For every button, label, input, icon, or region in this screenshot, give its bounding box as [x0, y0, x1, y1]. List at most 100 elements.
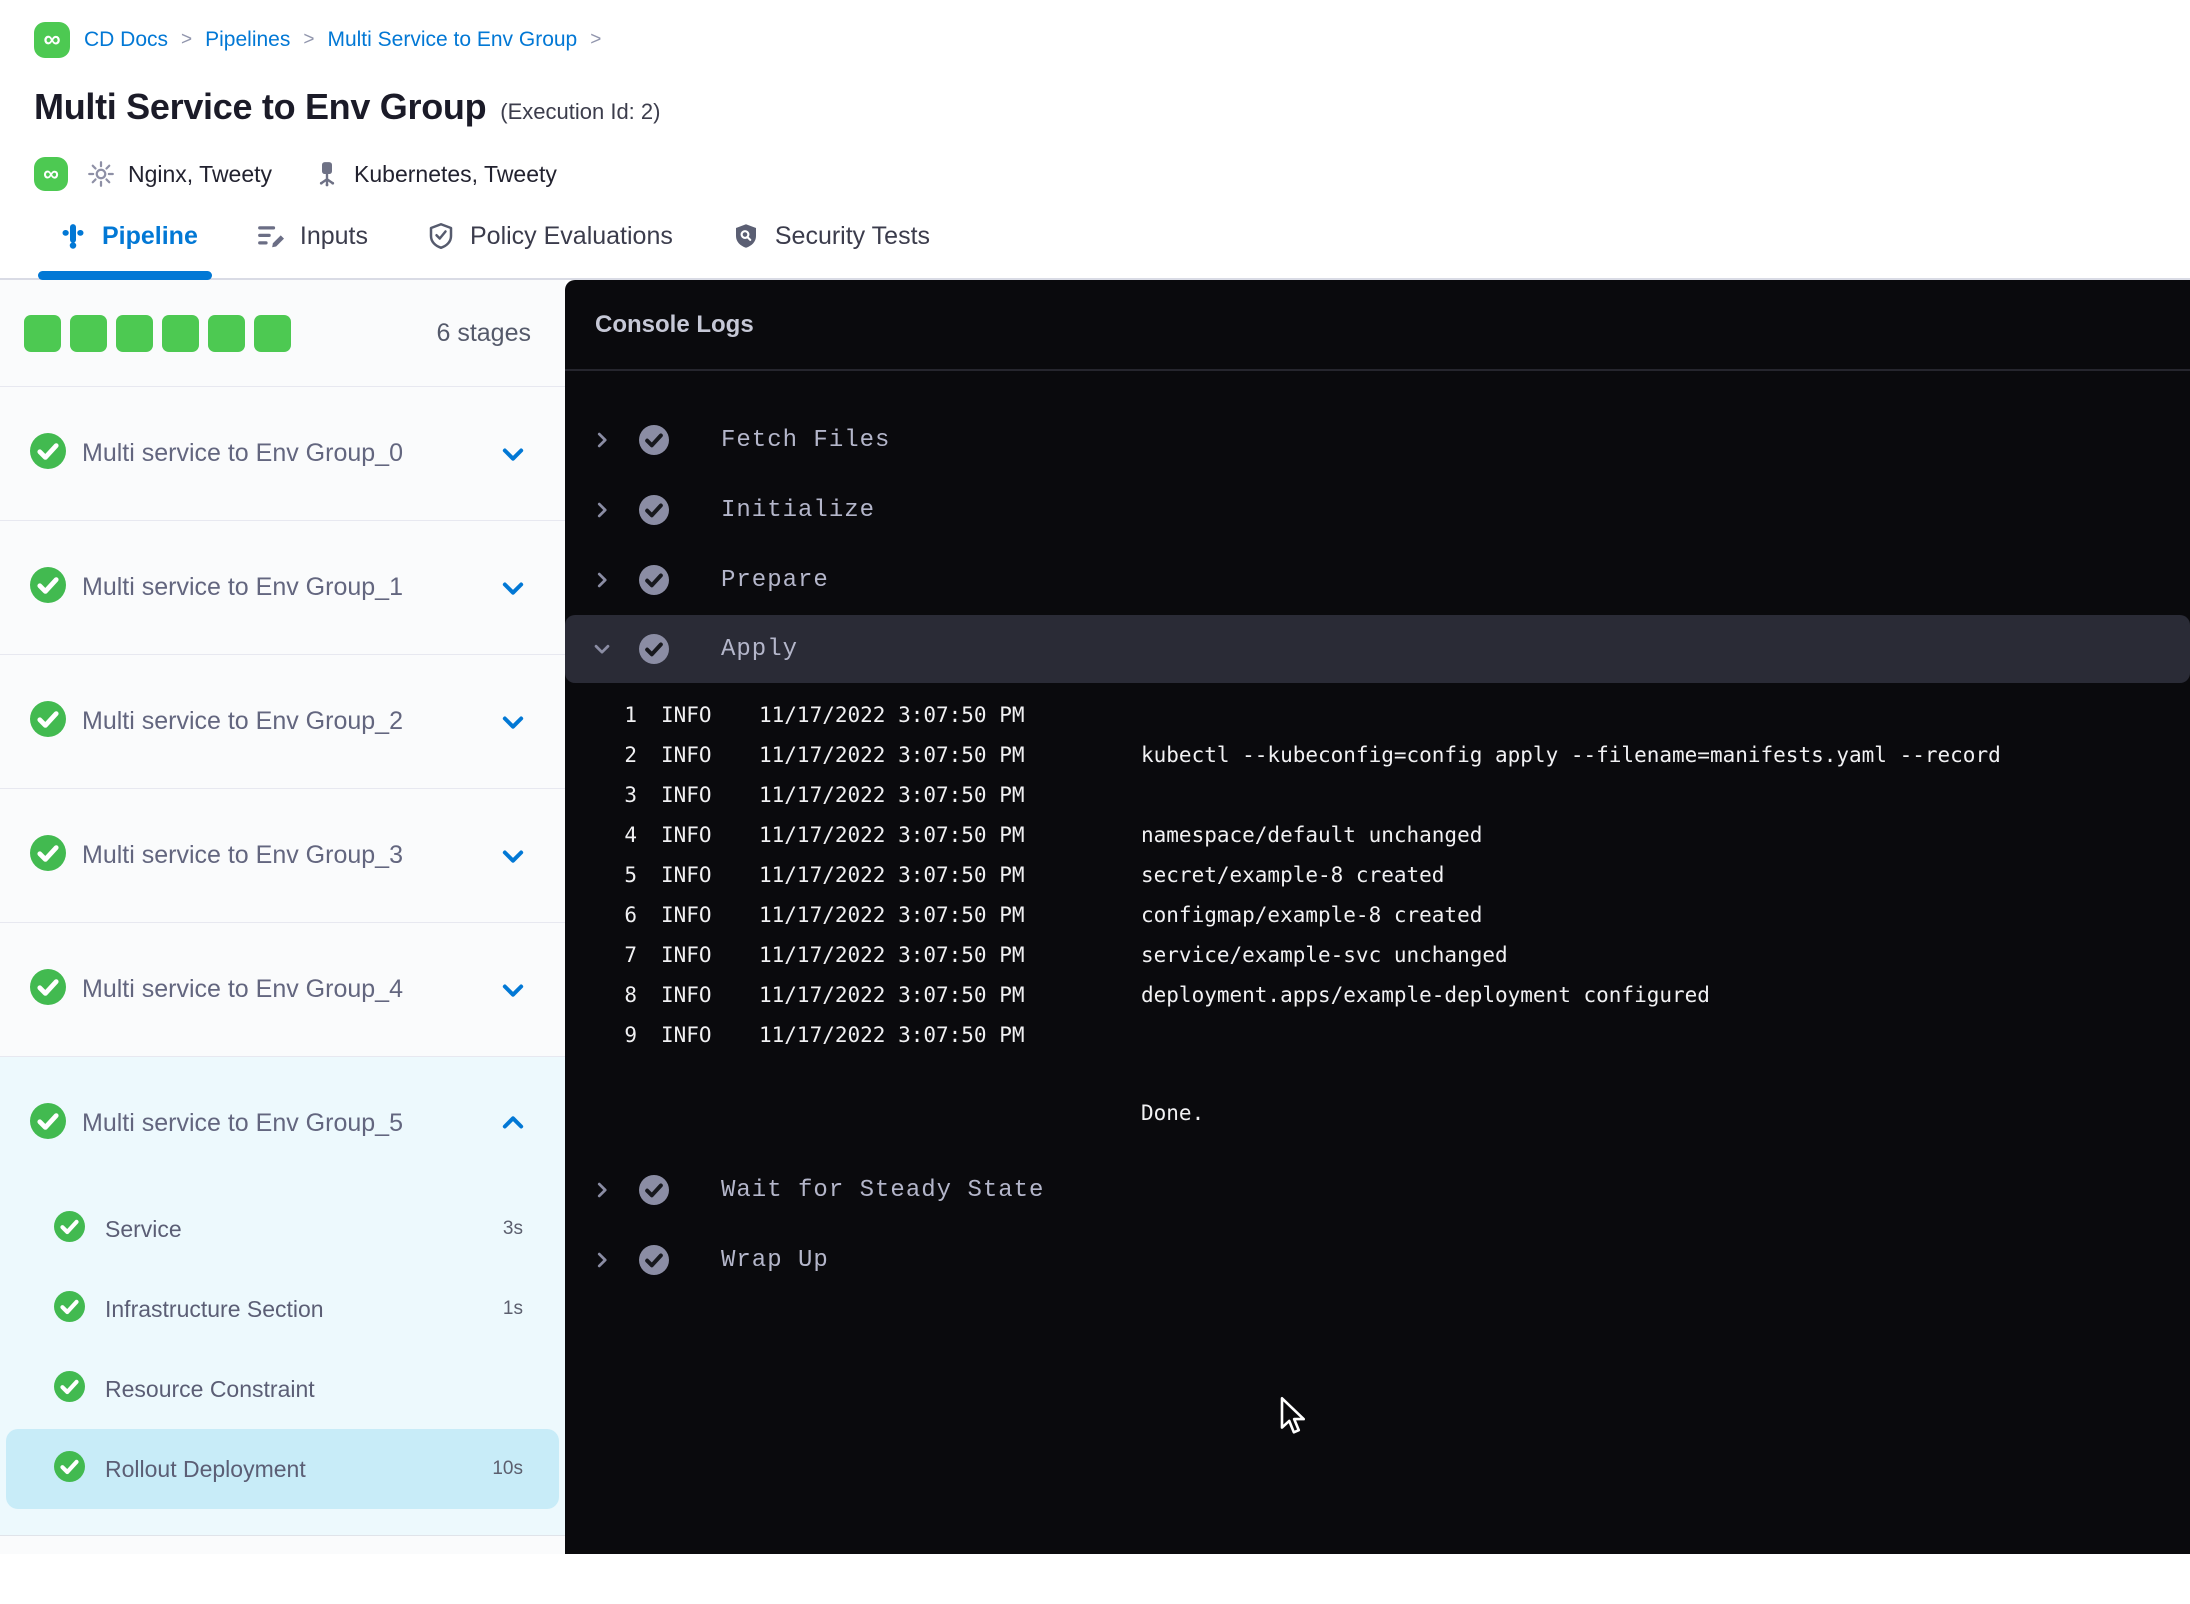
step-duration: 1s [502, 1298, 523, 1319]
tab-label: Policy Evaluations [469, 221, 673, 250]
step-success-check-icon [639, 495, 669, 525]
step-label: Resource Constraint [105, 1375, 315, 1402]
title-row: Multi Service to Env Group (Execution Id… [34, 86, 2190, 128]
chevron-right-icon[interactable] [591, 1179, 613, 1201]
log-level: INFO [661, 783, 712, 807]
log-timestamp: 11/17/2022 3:07:50 PM [759, 783, 1025, 807]
step-label: Infrastructure Section [105, 1295, 324, 1322]
execution-id: (Execution Id: 2) [500, 99, 661, 124]
console-logs-panel: Console Logs Fetch Files Initialize Prepar… [565, 280, 2190, 1554]
step-success-check-icon [639, 1245, 669, 1275]
stage-success-square[interactable] [254, 314, 291, 352]
log-level: INFO [661, 1023, 712, 1047]
chevron-right-icon[interactable] [591, 569, 613, 591]
log-level: INFO [661, 743, 712, 767]
console-step-label: Fetch Files [721, 426, 891, 454]
stage-success-square[interactable] [70, 314, 107, 352]
log-message: Done. [1141, 1101, 1205, 1125]
chevron-down-icon[interactable] [499, 440, 527, 468]
stage-row[interactable]: Multi service to Env Group_5 [0, 1057, 565, 1189]
chevron-down-icon[interactable] [499, 574, 527, 602]
chevron-down-icon[interactable] [591, 638, 613, 660]
log-timestamp: 11/17/2022 3:07:50 PM [759, 983, 1025, 1007]
breadcrumb-link[interactable]: CD Docs [84, 28, 168, 52]
stage-success-square[interactable] [24, 314, 61, 352]
tab-security-tests[interactable]: Security Tests [731, 194, 930, 278]
breadcrumb-link[interactable]: Multi Service to Env Group [327, 28, 577, 52]
log-level: INFO [661, 983, 712, 1007]
success-check-icon [30, 701, 66, 742]
success-check-icon [30, 567, 66, 608]
success-check-icon [30, 1102, 66, 1144]
stage-label: Multi service to Env Group_3 [82, 841, 403, 869]
log-line-number: 2 [624, 743, 637, 767]
breadcrumb-link[interactable]: Pipelines [205, 28, 290, 52]
log-line: 2 INFO 11/17/2022 3:07:50 PM kubectl --kube… [565, 735, 2190, 775]
console-step-label: Prepare [721, 566, 829, 594]
tab-pipeline[interactable]: Pipeline [38, 194, 212, 280]
stage-row[interactable]: Multi service to Env Group_1 [0, 521, 565, 655]
console-step-row[interactable]: Wrap Up [565, 1225, 2190, 1295]
chevron-down-icon[interactable] [499, 842, 527, 870]
step-row[interactable]: Resource Constraint [6, 1349, 559, 1429]
log-message: secret/example-8 created [1141, 863, 1445, 887]
stage-label: Multi service to Env Group_4 [82, 975, 403, 1003]
console-step-label: Wrap Up [721, 1246, 829, 1274]
chevron-right-icon[interactable] [591, 1249, 613, 1271]
log-block: 1 INFO 11/17/2022 3:07:50 PM 2 INFO 11/17/202… [565, 683, 2190, 1155]
console-step-row[interactable]: Initialize [565, 475, 2190, 545]
console-step-row[interactable]: Wait for Steady State [565, 1155, 2190, 1225]
log-level: INFO [661, 903, 712, 927]
inputs-icon [256, 221, 286, 251]
stage-success-square[interactable] [208, 314, 245, 352]
log-message: kubectl --kubeconfig=config apply --file… [1141, 743, 2001, 767]
log-line: 9 INFO 11/17/2022 3:07:50 PM [565, 1015, 2190, 1055]
log-timestamp: 11/17/2022 3:07:50 PM [759, 943, 1025, 967]
tab-inputs[interactable]: Inputs [256, 194, 368, 278]
stage-row[interactable]: Multi service to Env Group_3 [0, 789, 565, 923]
chevron-right-icon[interactable] [591, 429, 613, 451]
step-row[interactable]: Rollout Deployment 10s [6, 1429, 559, 1509]
chevron-right-icon[interactable] [591, 499, 613, 521]
log-timestamp: 11/17/2022 3:07:50 PM [759, 743, 1025, 767]
log-line-number: 4 [624, 823, 637, 847]
chevron-up-icon[interactable] [499, 1109, 527, 1137]
tab-policy-evaluations[interactable]: Policy Evaluations [426, 194, 673, 278]
security-shield-search-icon [731, 221, 761, 251]
console-step-row[interactable]: Apply [565, 615, 2190, 683]
chevron-down-icon[interactable] [499, 708, 527, 736]
chevron-down-icon[interactable] [499, 976, 527, 1004]
success-check-icon [54, 1211, 85, 1247]
step-row[interactable]: Infrastructure Section 1s [6, 1269, 559, 1349]
page-header: ∞ CD Docs > Pipelines > Multi Service to Env… [0, 0, 2190, 194]
stage-success-square[interactable] [162, 314, 199, 352]
stage-row[interactable]: Multi service to Env Group_4 [0, 923, 565, 1057]
stage-row[interactable]: Multi service to Env Group_2 [0, 655, 565, 789]
step-success-check-icon [639, 565, 669, 595]
console-step-row[interactable]: Prepare [565, 545, 2190, 615]
log-message: deployment.apps/example-deployment confi… [1141, 983, 1710, 1007]
stage-label: Multi service to Env Group_1 [82, 573, 403, 601]
success-check-icon [30, 969, 66, 1010]
gear-icon [86, 159, 116, 189]
console-step-row[interactable]: Fetch Files [565, 405, 2190, 475]
log-level: INFO [661, 823, 712, 847]
log-line: 4 INFO 11/17/2022 3:07:50 PM namespace/defa… [565, 815, 2190, 855]
log-timestamp: 11/17/2022 3:07:50 PM [759, 1023, 1025, 1047]
step-row[interactable]: Service 3s [6, 1189, 559, 1269]
stage-success-square[interactable] [116, 314, 153, 352]
step-label: Service [105, 1215, 182, 1242]
log-line: 7 INFO 11/17/2022 3:07:50 PM service/exampl… [565, 935, 2190, 975]
step-success-check-icon [639, 425, 669, 455]
log-line-number: 6 [624, 903, 637, 927]
tab-label: Inputs [299, 221, 368, 250]
main-content: 6 stages Multi service to Env Group_0 Mul… [0, 280, 2190, 1554]
stage-label: Multi service to Env Group_0 [82, 439, 403, 467]
stage-label: Multi service to Env Group_5 [82, 1108, 403, 1137]
tab-label: Pipeline [102, 221, 198, 250]
console-step-label: Apply [721, 635, 799, 663]
stage-list: Multi service to Env Group_0 Multi servic… [0, 387, 565, 1536]
stage-row[interactable]: Multi service to Env Group_0 [0, 387, 565, 521]
log-level: INFO [661, 943, 712, 967]
console-steps: Fetch Files Initialize Prepare Apply 1 INFO 11… [565, 371, 2190, 1295]
